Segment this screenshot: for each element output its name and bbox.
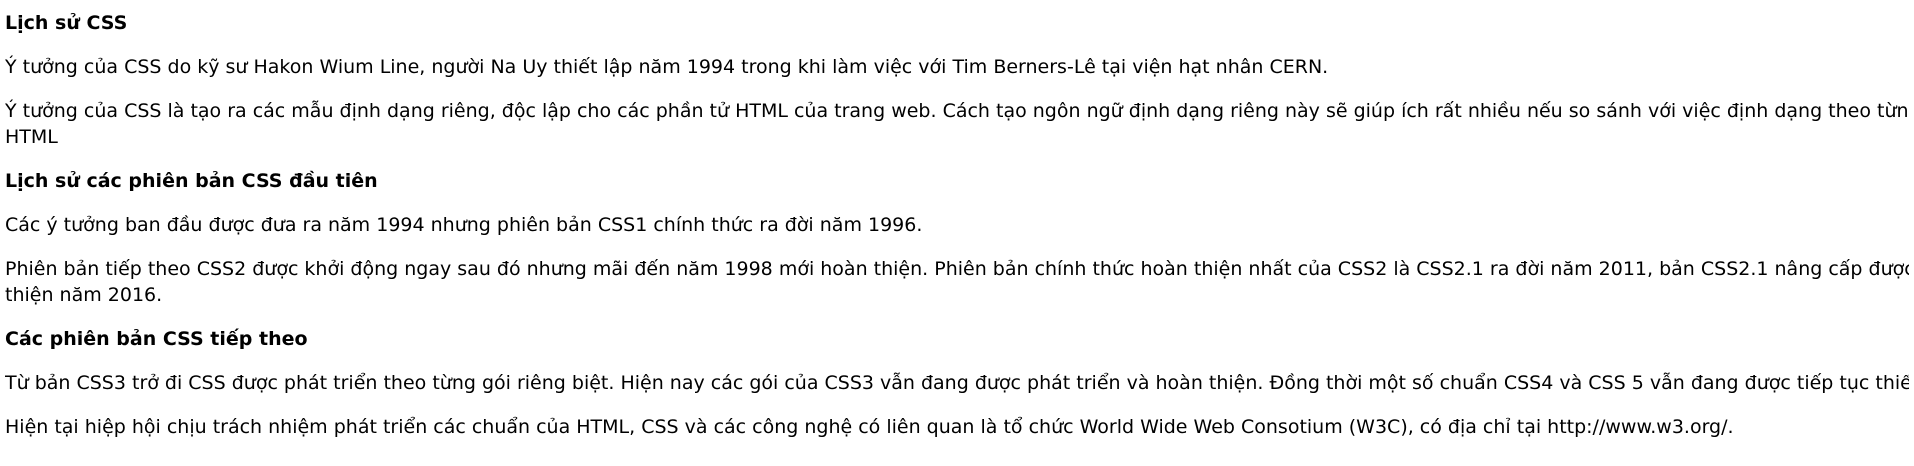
paragraph-css1: Các ý tưởng ban đầu được đưa ra năm 1994…: [5, 214, 923, 236]
document-body: Lịch sử CSS Ý tưởng của CSS do kỹ sư Hak…: [0, 0, 1909, 440]
paragraph-css-idea-line-2: HTML: [5, 126, 58, 148]
paragraph-css-idea-line-1: Ý tưởng của CSS là tạo ra các mẫu định d…: [5, 100, 1909, 122]
section-heading-early-versions: Lịch sử các phiên bản CSS đầu tiên: [5, 170, 378, 192]
paragraph-css-origin: Ý tưởng của CSS do kỹ sư Hakon Wium Line…: [5, 56, 1329, 78]
section-heading-css-history: Lịch sử CSS: [5, 12, 128, 34]
paragraph-css3: Từ bản CSS3 trở đi CSS được phát triển t…: [5, 372, 1909, 394]
paragraph-css-idea: Ý tưởng của CSS là tạo ra các mẫu định d…: [5, 98, 1909, 150]
paragraph-css2-line-2: thiện năm 2016.: [5, 284, 163, 306]
paragraph-css2: Phiên bản tiếp theo CSS2 được khởi động …: [5, 256, 1909, 308]
section-heading-later-versions: Các phiên bản CSS tiếp theo: [5, 328, 308, 350]
paragraph-w3c: Hiện tại hiệp hội chịu trách nhiệm phát …: [5, 416, 1734, 438]
paragraph-css2-line-1: Phiên bản tiếp theo CSS2 được khởi động …: [5, 258, 1909, 280]
